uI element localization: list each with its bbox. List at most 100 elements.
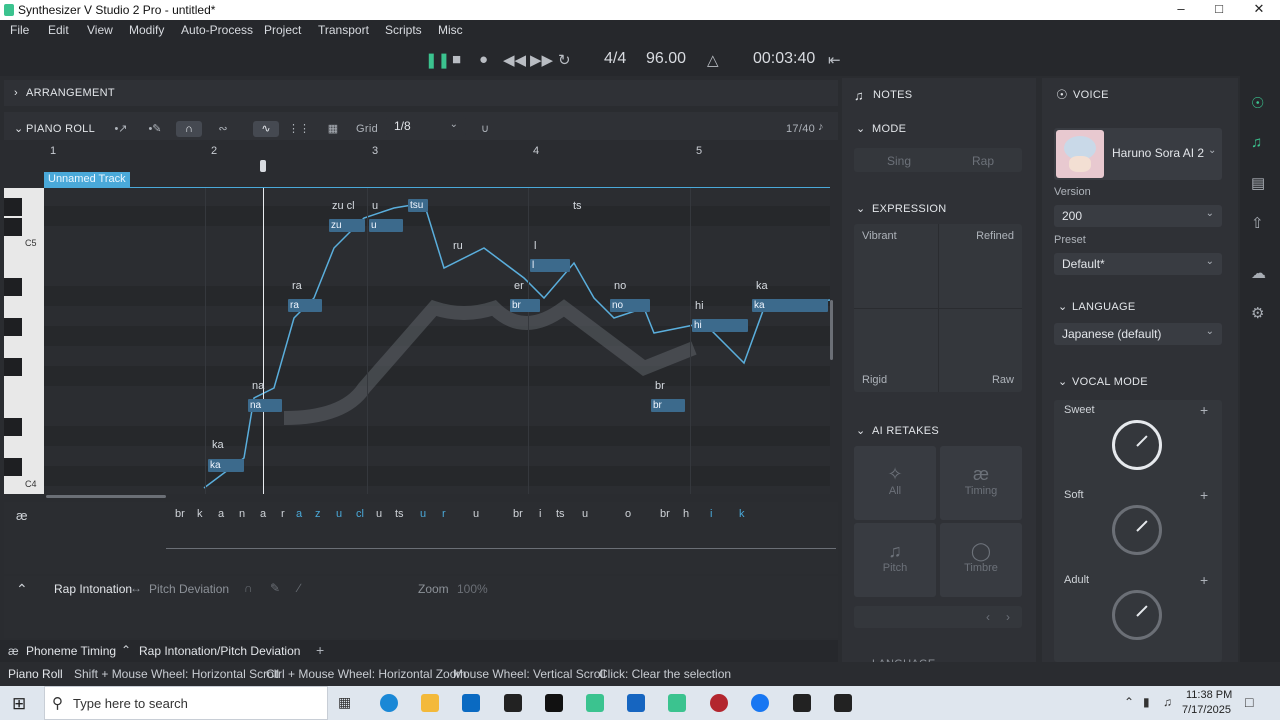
pause-icon[interactable]: ❚❚: [425, 51, 450, 69]
piano-roll-grid[interactable]: [44, 188, 830, 494]
arrangement-toggle[interactable]: ›: [14, 87, 18, 99]
phoneme[interactable]: n: [239, 508, 245, 520]
note-block[interactable]: ra: [288, 299, 322, 312]
jump-to-start-icon[interactable]: ⇤: [828, 51, 841, 69]
facebook-icon[interactable]: [751, 694, 769, 712]
tab-rap-intonation[interactable]: Rap Intonation/Pitch Deviation: [139, 644, 300, 658]
metronome-icon[interactable]: △: [707, 51, 719, 69]
menu-scripts[interactable]: Scripts: [385, 23, 422, 37]
phoneme[interactable]: u: [420, 508, 426, 520]
pitch-curve-icon[interactable]: ∿: [253, 121, 279, 137]
track-label[interactable]: Unnamed Track: [44, 172, 130, 187]
menu-auto-process[interactable]: Auto-Process: [181, 23, 253, 37]
grid-select[interactable]: 1/8 ⌄: [386, 116, 466, 136]
phoneme[interactable]: i: [539, 508, 541, 520]
add-sweet-button[interactable]: +: [1200, 402, 1208, 418]
retake-timbre-button[interactable]: ◯ Timbre: [940, 523, 1022, 597]
app-v-icon[interactable]: [545, 694, 563, 712]
rewind-icon[interactable]: ◀◀: [503, 51, 526, 69]
chevron-down-icon[interactable]: ⌄: [856, 202, 866, 215]
pen-tool-icon[interactable]: •✎: [142, 121, 168, 137]
menu-project[interactable]: Project: [264, 23, 301, 37]
tray-chevron-icon[interactable]: ⌃: [1124, 695, 1134, 709]
phoneme[interactable]: br: [175, 508, 185, 520]
chevron-down-icon[interactable]: ⌄: [1058, 300, 1068, 313]
black-key[interactable]: [4, 318, 22, 336]
phoneme[interactable]: a: [218, 508, 224, 520]
note-block[interactable]: tsu: [408, 199, 428, 212]
phoneme[interactable]: u: [473, 508, 479, 520]
record-icon[interactable]: ●: [479, 51, 488, 68]
phoneme[interactable]: a: [260, 508, 266, 520]
chevron-left-icon[interactable]: ‹: [986, 610, 990, 624]
retake-all-button[interactable]: ✧ All: [854, 446, 936, 520]
stop-icon[interactable]: ■: [452, 51, 461, 68]
app-icon[interactable]: [504, 694, 522, 712]
menu-edit[interactable]: Edit: [48, 23, 69, 37]
note-block[interactable]: ka: [752, 299, 828, 312]
menu-misc[interactable]: Misc: [438, 23, 463, 37]
note-block[interactable]: l: [530, 259, 570, 272]
chevron-down-icon[interactable]: ⌄: [1058, 375, 1068, 388]
tab-phoneme-timing[interactable]: Phoneme Timing: [26, 644, 116, 658]
phoneme[interactable]: ts: [395, 508, 404, 520]
soft-knob[interactable]: [1112, 505, 1162, 555]
app-icon[interactable]: [793, 694, 811, 712]
menu-view[interactable]: View: [87, 23, 113, 37]
curve-tool-icon[interactable]: ∩: [176, 121, 202, 137]
phoneme[interactable]: u: [376, 508, 382, 520]
piano-keyboard[interactable]: C5 C4: [4, 188, 44, 494]
mode-toggle[interactable]: Sing Rap: [854, 148, 1022, 172]
language-select[interactable]: Japanese (default) ⌄: [1054, 323, 1222, 345]
add-soft-button[interactable]: +: [1200, 487, 1208, 503]
chevron-down-icon[interactable]: ⌄: [14, 122, 24, 135]
retake-navigator[interactable]: ‹ ›: [854, 606, 1022, 628]
pitch-deviation-tab[interactable]: Pitch Deviation: [149, 582, 229, 596]
note-block[interactable]: zu: [329, 219, 365, 232]
task-view-icon[interactable]: ▦: [338, 694, 356, 712]
phoneme[interactable]: k: [197, 508, 203, 520]
app-red-icon[interactable]: [710, 694, 728, 712]
chevron-right-icon[interactable]: ›: [1006, 610, 1010, 624]
calendar-icon[interactable]: ▦: [320, 121, 346, 137]
maximize-button[interactable]: □: [1204, 1, 1234, 19]
time-signature[interactable]: 4/4: [604, 50, 626, 68]
phoneme[interactable]: cl: [356, 508, 364, 520]
outlook-icon[interactable]: [462, 694, 480, 712]
windows-start-icon[interactable]: ⊞: [12, 694, 26, 714]
phoneme[interactable]: u: [336, 508, 342, 520]
menu-file[interactable]: File: [10, 23, 29, 37]
menu-modify[interactable]: Modify: [129, 23, 164, 37]
phoneme[interactable]: r: [442, 508, 446, 520]
magnet-icon[interactable]: ∪: [472, 121, 498, 137]
minimize-button[interactable]: –: [1166, 1, 1196, 19]
gear-icon[interactable]: ⚙: [1251, 304, 1264, 322]
pitch-curve-icon[interactable]: ⌃: [16, 581, 28, 598]
edge-icon[interactable]: [380, 694, 398, 712]
note-block[interactable]: u: [369, 219, 403, 232]
note-block[interactable]: br: [651, 399, 685, 412]
export-icon[interactable]: ⇧: [1251, 214, 1264, 232]
fast-forward-icon[interactable]: ▶▶: [530, 51, 553, 69]
sweet-knob[interactable]: [1112, 420, 1162, 470]
note-block[interactable]: ka: [208, 459, 244, 472]
clock-date[interactable]: 7/17/2025: [1182, 704, 1231, 716]
app-icon[interactable]: [834, 694, 852, 712]
version-select[interactable]: 200 ⌄: [1054, 205, 1222, 227]
horizontal-scrollbar[interactable]: [46, 495, 166, 498]
phoneme[interactable]: ts: [556, 508, 565, 520]
taskbar-search[interactable]: ⚲ Type here to search: [44, 686, 328, 720]
microphone-icon[interactable]: ☉: [1251, 94, 1264, 112]
retake-timing-button[interactable]: æ Timing: [940, 446, 1022, 520]
phoneme[interactable]: br: [660, 508, 670, 520]
black-key[interactable]: [4, 358, 22, 376]
menu-transport[interactable]: Transport: [318, 23, 369, 37]
battery-icon[interactable]: ▮: [1143, 695, 1150, 709]
phoneme[interactable]: k: [739, 508, 745, 520]
add-tab-button[interactable]: +: [316, 642, 324, 658]
expression-pad[interactable]: Vibrant Refined Rigid Raw: [854, 224, 1022, 392]
add-adult-button[interactable]: +: [1200, 572, 1208, 588]
playhead-handle[interactable]: [260, 160, 266, 172]
chevron-down-icon[interactable]: ⌄: [856, 122, 866, 135]
pitch-tool-icon[interactable]: ∩: [244, 581, 253, 595]
